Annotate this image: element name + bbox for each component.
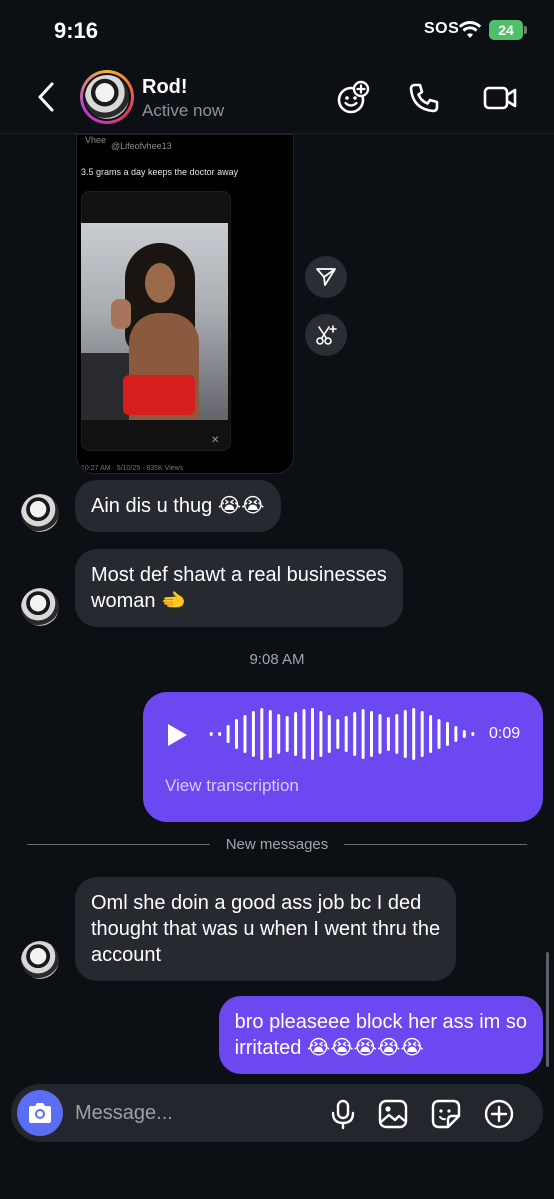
post-author-row: Vhee @Lifeofvhee13 [77, 135, 293, 155]
sender-avatar[interactable] [21, 494, 59, 532]
message-text-line: Oml she doin a good ass job bc I ded [91, 892, 422, 914]
voice-duration: 0:09 [489, 725, 521, 742]
waveform-bar [462, 730, 466, 738]
message-text-line: irritated 😭😭😭😭😭 [234, 1037, 424, 1059]
sticker-icon[interactable] [430, 1098, 462, 1130]
battery-nub [524, 26, 527, 34]
waveform-bar [471, 732, 475, 736]
message-input[interactable] [75, 1098, 315, 1128]
waveform-bar [420, 711, 424, 757]
waveform-bar [294, 712, 298, 756]
waveform-bar [446, 722, 449, 746]
scissors-sparkle-icon [316, 325, 337, 345]
waveform-bar [336, 719, 340, 749]
sender-avatar[interactable] [21, 588, 59, 626]
waveform-bar [403, 710, 407, 758]
avatar-image [85, 75, 129, 119]
waveform-bar [260, 708, 264, 760]
message-text-line: woman 🫲 [91, 590, 186, 612]
video-red-top [123, 375, 195, 415]
status-bar: 9:16 SOS 24 [0, 0, 554, 60]
post-handle: @Lifeofvhee13 [111, 141, 172, 151]
camera-icon [29, 1103, 51, 1123]
waveform-bar [395, 714, 399, 754]
waveform-bar [429, 715, 433, 753]
battery-indicator: 24 [489, 20, 523, 40]
post-caption: 3.5 grams a day keeps the doctor away [81, 167, 239, 177]
waveform-bar [370, 711, 373, 757]
voice-message[interactable]: 0:09 View transcription [143, 692, 543, 822]
add-effects-icon[interactable] [335, 80, 371, 116]
contact-active-status: Active now [142, 101, 225, 120]
waveform-bar [251, 711, 255, 757]
waveform-bar [268, 710, 272, 758]
waveform-bar [285, 716, 289, 752]
wifi-icon [458, 21, 482, 38]
add-icon[interactable] [483, 1098, 515, 1130]
post-author: Vhee [85, 135, 107, 145]
message-text-line: thought that was u when I went thru the [91, 918, 441, 940]
waveform-bar [412, 708, 416, 760]
divider-line-right [344, 844, 527, 845]
play-icon[interactable] [165, 722, 189, 748]
waveform-bar [353, 712, 357, 756]
remix-button[interactable] [305, 314, 347, 356]
status-time: 9:16 [54, 18, 99, 43]
waveform-bar [437, 719, 441, 749]
sender-avatar[interactable] [21, 941, 59, 979]
camera-button[interactable] [17, 1090, 63, 1136]
message-text-line: bro pleaseee block her ass im so [234, 1011, 527, 1033]
send-icon [316, 268, 336, 286]
scrollbar[interactable] [546, 952, 549, 1067]
waveform-bar [454, 726, 458, 742]
phone-call-icon[interactable] [406, 80, 442, 116]
post-footer: 10:27 AM · 5/10/25 · 835K Views [81, 465, 184, 472]
message-text: Ain dis u thug 😭😭 [91, 495, 265, 517]
waveform-bar [218, 732, 222, 736]
outgoing-message[interactable]: bro pleaseee block her ass im so irritat… [218, 996, 543, 1074]
contact-name[interactable]: Rod! [142, 76, 188, 99]
gallery-icon[interactable] [377, 1098, 409, 1130]
waveform-bar [226, 725, 230, 743]
message-text-line: Most def shawt a real businesses [91, 564, 387, 586]
contact-avatar[interactable] [80, 70, 134, 124]
message-timestamp: 9:08 AM [249, 651, 305, 668]
waveform-bar [361, 709, 365, 759]
view-transcription-link[interactable]: View transcription [165, 776, 299, 796]
back-button[interactable] [30, 78, 64, 116]
waveform-bar [311, 708, 314, 760]
waveform-bar [277, 714, 281, 754]
share-button[interactable] [305, 256, 347, 298]
incoming-message[interactable]: Oml she doin a good ass job bc I ded tho… [75, 877, 457, 981]
chat-header: Rod! Active now [0, 60, 554, 134]
waveform-bar [209, 732, 213, 736]
waveform-bar [235, 719, 238, 749]
waveform-bar [243, 715, 247, 753]
video-person-hand [111, 299, 131, 329]
post-video-thumbnail[interactable] [81, 223, 228, 420]
waveform-bar [344, 716, 348, 752]
waveform-bar [302, 709, 306, 759]
video-person-face [145, 263, 175, 303]
waveform-bar [327, 715, 331, 753]
waveform-bar [386, 717, 390, 751]
message-composer [11, 1084, 543, 1142]
shared-post[interactable]: Vhee @Lifeofvhee13 3.5 grams a day keeps… [76, 134, 294, 474]
waveform-bar [319, 711, 323, 757]
sos-indicator: SOS [424, 20, 460, 37]
message-text-line: account [91, 944, 162, 966]
incoming-message[interactable]: Ain dis u thug 😭😭 [75, 480, 281, 532]
mute-icon[interactable]: ✕ [211, 435, 219, 446]
microphone-icon[interactable] [327, 1098, 359, 1130]
incoming-message[interactable]: Most def shawt a real businesses woman 🫲 [75, 549, 403, 627]
waveform-bar [378, 714, 382, 754]
video-call-icon[interactable] [482, 80, 518, 116]
voice-waveform [209, 708, 475, 760]
